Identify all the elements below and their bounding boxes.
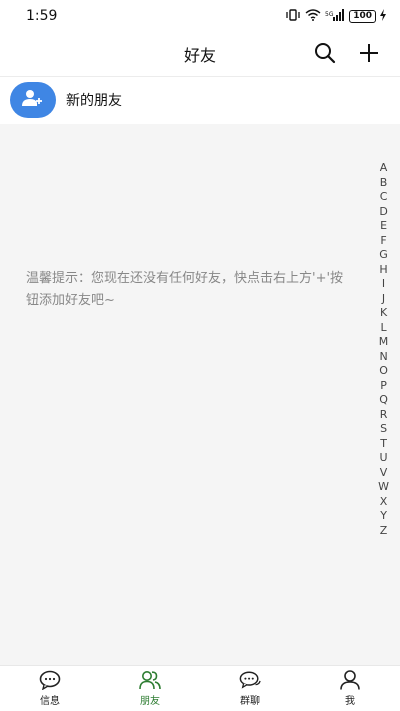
battery-icon: 100 — [349, 9, 376, 23]
alphabet-index-letter[interactable]: K — [380, 306, 387, 321]
alphabet-index-letter[interactable]: Z — [380, 524, 388, 539]
search-icon — [314, 42, 336, 68]
alphabet-index-letter[interactable]: X — [380, 495, 388, 510]
alphabet-index-letter[interactable]: S — [380, 422, 387, 437]
header: 好友 — [0, 32, 400, 77]
alphabet-index-letter[interactable]: D — [379, 205, 387, 220]
vibrate-icon — [285, 8, 301, 24]
empty-hint: 温馨提示：您现在还没有任何好友，快点击右上方'+'按钮添加好友吧~ — [26, 271, 344, 308]
alphabet-index-letter[interactable]: A — [380, 161, 388, 176]
alphabet-index-letter[interactable]: B — [380, 176, 388, 191]
alphabet-index-letter[interactable]: M — [379, 335, 389, 350]
plus-icon — [359, 43, 379, 67]
new-friend-avatar — [10, 82, 56, 118]
tab-me[interactable]: 我 — [300, 666, 400, 711]
friends-screen: 1:59 5G 100 好友 新的朋友 温馨提示：您现在还没有任何好友，快点击右… — [0, 0, 400, 711]
wifi-icon — [305, 8, 321, 24]
tab-group-chat-label: 群聊 — [240, 696, 260, 707]
tab-me-label: 我 — [345, 696, 355, 707]
alphabet-index-letter[interactable]: G — [379, 248, 388, 263]
search-button[interactable] — [312, 42, 338, 68]
signal-icon: 5G — [325, 8, 345, 24]
add-user-icon — [22, 89, 44, 111]
alphabet-index-letter[interactable]: L — [380, 321, 386, 336]
alphabet-index-letter[interactable]: R — [380, 408, 388, 423]
alphabet-index[interactable]: ABCDEFGHIJKLMNOPQRSTUVWXYZ — [378, 161, 389, 538]
group-chat-icon — [239, 670, 261, 690]
alphabet-index-letter[interactable]: Y — [380, 509, 387, 524]
friends-list-area: 温馨提示：您现在还没有任何好友，快点击右上方'+'按钮添加好友吧~ ABCDEF… — [0, 124, 400, 665]
chat-bubble-icon — [39, 670, 61, 690]
alphabet-index-letter[interactable]: C — [380, 190, 388, 205]
status-icons: 5G 100 — [285, 8, 386, 24]
tab-messages-label: 信息 — [40, 696, 60, 707]
alphabet-index-letter[interactable]: T — [380, 437, 387, 452]
add-button[interactable] — [356, 42, 382, 68]
person-icon — [339, 670, 361, 690]
alphabet-index-letter[interactable]: J — [382, 292, 385, 307]
bottom-nav: 信息 朋友 群聊 我 — [0, 665, 400, 711]
status-time: 1:59 — [26, 8, 58, 24]
status-bar: 1:59 5G 100 — [0, 0, 400, 32]
tab-messages[interactable]: 信息 — [0, 666, 100, 711]
tab-group-chat[interactable]: 群聊 — [200, 666, 300, 711]
header-actions — [312, 32, 382, 77]
alphabet-index-letter[interactable]: O — [379, 364, 388, 379]
alphabet-index-letter[interactable]: P — [380, 379, 387, 394]
alphabet-index-letter[interactable]: Q — [379, 393, 388, 408]
svg-text:5G: 5G — [325, 11, 334, 18]
alphabet-index-letter[interactable]: N — [379, 350, 387, 365]
alphabet-index-letter[interactable]: I — [382, 277, 385, 292]
new-friend-row[interactable]: 新的朋友 — [0, 77, 400, 123]
page-title: 好友 — [183, 46, 216, 65]
alphabet-index-letter[interactable]: E — [380, 219, 387, 234]
alphabet-index-letter[interactable]: W — [378, 480, 389, 495]
tab-friends[interactable]: 朋友 — [100, 666, 200, 711]
alphabet-index-letter[interactable]: U — [380, 451, 388, 466]
friends-icon — [139, 670, 161, 690]
new-friend-label: 新的朋友 — [66, 93, 122, 109]
alphabet-index-letter[interactable]: V — [380, 466, 388, 481]
tab-friends-label: 朋友 — [140, 696, 160, 707]
charging-icon — [380, 8, 386, 24]
alphabet-index-letter[interactable]: F — [380, 234, 386, 249]
alphabet-index-letter[interactable]: H — [379, 263, 387, 278]
